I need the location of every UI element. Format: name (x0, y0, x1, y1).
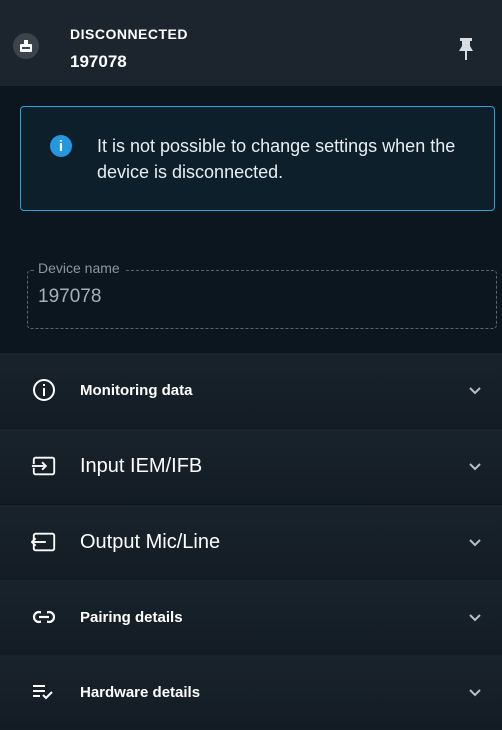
chevron-down-icon (467, 610, 483, 626)
pin-icon[interactable] (455, 35, 477, 63)
section-label: Output Mic/Line (80, 531, 221, 553)
disconnected-info-banner: i It is not possible to change settings … (20, 106, 495, 211)
section-monitoring-data[interactable]: Monitoring data (0, 353, 502, 428)
list-check-icon (31, 679, 57, 705)
input-icon (31, 453, 57, 479)
device-name-value: 197078 (38, 286, 102, 307)
chevron-down-icon (467, 459, 483, 475)
info-icon: i (50, 135, 72, 157)
device-name-label: Device name (34, 260, 124, 276)
device-header: DISCONNECTED 197078 (0, 0, 502, 86)
section-pairing-details[interactable]: Pairing details (0, 580, 502, 655)
info-message: It is not possible to change settings wh… (97, 136, 456, 182)
device-name-field[interactable]: Device name 197078 (27, 260, 497, 329)
chevron-down-icon (467, 685, 483, 701)
output-icon (31, 529, 57, 555)
section-input-iem-ifb[interactable]: Input IEM/IFB (0, 429, 502, 504)
section-label: Pairing details (80, 609, 183, 626)
device-icon (13, 33, 39, 59)
device-id: 197078 (70, 52, 127, 71)
connection-status: DISCONNECTED (70, 26, 189, 42)
section-label: Monitoring data (80, 382, 193, 399)
chevron-down-icon (467, 535, 483, 551)
section-output-mic-line[interactable]: Output Mic/Line (0, 505, 502, 580)
chevron-down-icon (467, 383, 483, 399)
link-icon (31, 604, 57, 630)
section-label: Input IEM/IFB (80, 455, 203, 477)
section-label: Hardware details (80, 684, 201, 701)
section-hardware-details[interactable]: Hardware details (0, 655, 502, 730)
info-outline-icon (31, 377, 57, 403)
